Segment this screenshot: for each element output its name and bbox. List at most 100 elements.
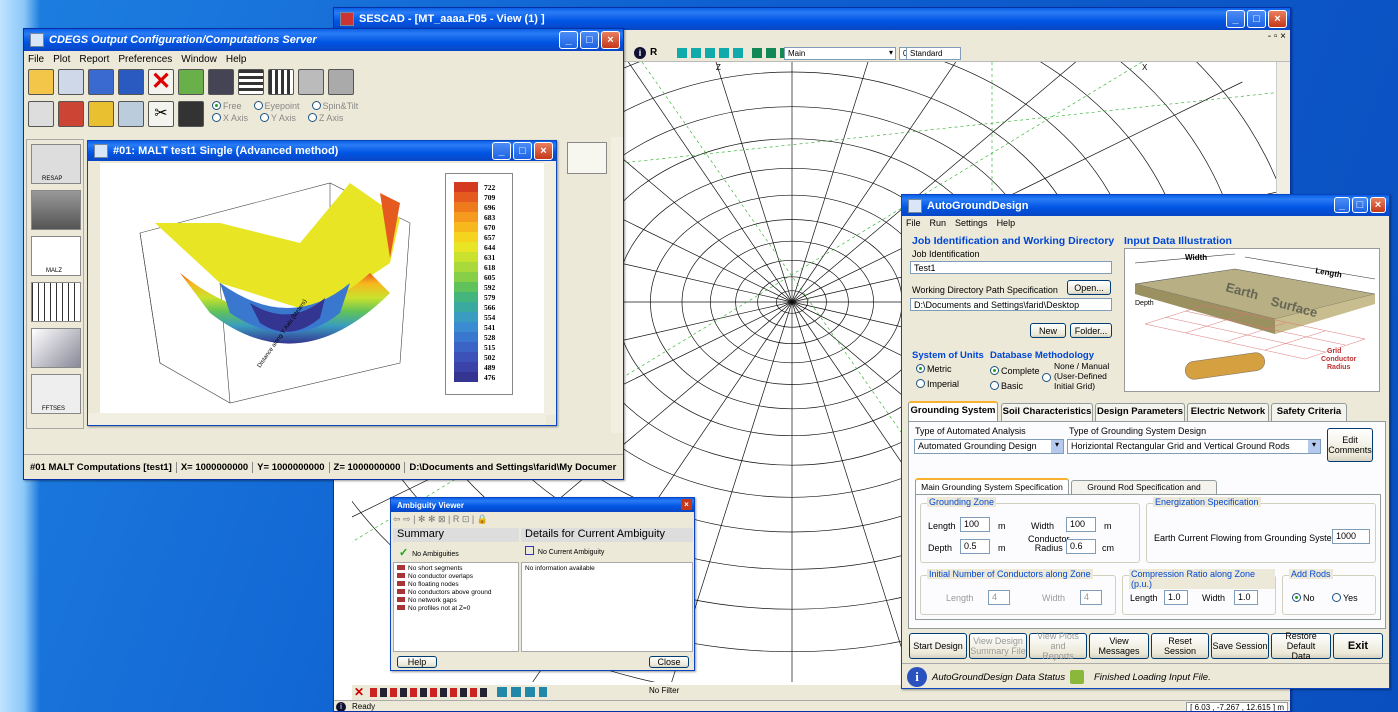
- radius-input[interactable]: 0.6: [1066, 539, 1096, 554]
- tab-safety-criteria[interactable]: Safety Criteria: [1271, 403, 1347, 421]
- cdegs-menu-preferences[interactable]: Preferences: [118, 54, 172, 65]
- refresh-icon[interactable]: [208, 69, 234, 95]
- view-select[interactable]: Main ▾: [784, 47, 896, 60]
- agd-menu-file[interactable]: File: [906, 218, 921, 228]
- lock-icon[interactable]: [28, 101, 54, 127]
- job-id-input[interactable]: Test1: [910, 261, 1112, 274]
- view-buttons-icon[interactable]: [677, 48, 747, 58]
- cdegs-menu-file[interactable]: File: [28, 54, 44, 65]
- plot-vertical-scrollbar[interactable]: [544, 161, 556, 415]
- view-option-free[interactable]: Free: [212, 101, 242, 111]
- init-width-input[interactable]: 4: [1080, 590, 1102, 605]
- view-option-z-axis[interactable]: Z Axis: [307, 113, 343, 123]
- view-option-x-axis[interactable]: X Axis: [212, 113, 248, 123]
- right-side-icon[interactable]: [567, 142, 607, 174]
- side-tool-soil[interactable]: [31, 190, 81, 230]
- side-tool-malz[interactable]: MALZ: [31, 236, 81, 276]
- close-button[interactable]: ×: [534, 142, 553, 160]
- info-icon[interactable]: i: [634, 47, 646, 59]
- length-input[interactable]: 100: [960, 517, 990, 532]
- cdegs-menu-help[interactable]: Help: [226, 54, 247, 65]
- open-folder-icon[interactable]: [28, 69, 54, 95]
- width-input[interactable]: 100: [1066, 517, 1096, 532]
- unit-metric[interactable]: Metric: [916, 364, 952, 374]
- maximize-button[interactable]: □: [580, 31, 599, 49]
- subtab-main-spec[interactable]: Main Grounding System Specification: [915, 478, 1069, 494]
- agd-menu-settings[interactable]: Settings: [955, 218, 988, 228]
- db-basic[interactable]: Basic: [990, 381, 1023, 391]
- configure-icon[interactable]: [58, 69, 84, 95]
- zoom-icon[interactable]: [118, 101, 144, 127]
- camera-icon[interactable]: [178, 101, 204, 127]
- tab-grounding-system[interactable]: Grounding System: [908, 401, 998, 421]
- close-icon[interactable]: ×: [681, 499, 692, 510]
- rx-icon[interactable]: R: [650, 47, 657, 58]
- design-select[interactable]: Horiziontal Rectangular Grid and Vertica…: [1067, 439, 1321, 454]
- side-tool-fftses[interactable]: FFTSES: [31, 374, 81, 414]
- subtab-ground-rod[interactable]: Ground Rod Specification and Options: [1071, 480, 1217, 504]
- hand-icon[interactable]: [58, 101, 84, 127]
- close-button[interactable]: ×: [1370, 197, 1386, 213]
- cdegs-menu-window[interactable]: Window: [181, 54, 217, 65]
- plot-titlebar[interactable]: #01: MALT test1 Single (Advanced method)…: [88, 141, 556, 161]
- view-option-spin-tilt[interactable]: Spin&Tilt: [311, 101, 358, 111]
- reset-session-button[interactable]: Reset Session: [1151, 633, 1209, 659]
- grid-icons-strip[interactable]: [497, 687, 547, 697]
- view-messages-button[interactable]: View Messages: [1089, 633, 1149, 659]
- edit-comments-button[interactable]: Edit Comments: [1327, 428, 1373, 462]
- path-input[interactable]: D:\Documents and Settings\farid\Desktop: [910, 298, 1112, 311]
- style-select[interactable]: Standard: [906, 47, 961, 60]
- save-session-button[interactable]: Save Session: [1211, 633, 1269, 659]
- delete-icon[interactable]: ✕: [354, 685, 364, 699]
- side-tool-grid[interactable]: [31, 282, 81, 322]
- db-manual-option[interactable]: None / Manual (User-Defined Initial Grid): [1042, 361, 1109, 391]
- depth-input[interactable]: 0.5: [960, 539, 990, 554]
- tab-electric-network[interactable]: Electric Network: [1187, 403, 1269, 421]
- maximize-button[interactable]: □: [1247, 10, 1266, 28]
- cdegs-menu-plot[interactable]: Plot: [53, 54, 70, 65]
- energization-input[interactable]: 1000: [1332, 529, 1370, 544]
- comp-width-input[interactable]: 1.0: [1234, 590, 1258, 605]
- tool-icons-strip[interactable]: [370, 688, 490, 697]
- close-button[interactable]: ×: [1268, 10, 1287, 28]
- agd-titlebar[interactable]: AutoGroundDesign _ □ ×: [902, 195, 1389, 216]
- tab-design-parameters[interactable]: Design Parameters: [1095, 403, 1185, 421]
- delete-icon[interactable]: ✕: [148, 69, 174, 95]
- view-option-eyepoint[interactable]: Eyepoint: [253, 101, 300, 111]
- cdegs-right-scroll[interactable]: [611, 137, 623, 433]
- restore-default-button[interactable]: Restore Default Data: [1271, 631, 1331, 661]
- side-tool-field[interactable]: [31, 328, 81, 368]
- table-icon[interactable]: [268, 69, 294, 95]
- view-option-y-axis[interactable]: Y Axis: [260, 113, 296, 123]
- print-preview-icon[interactable]: [328, 69, 354, 95]
- compute-icon[interactable]: [178, 69, 204, 95]
- close-button[interactable]: ×: [601, 31, 620, 49]
- help-button[interactable]: Help: [397, 656, 437, 668]
- new-button[interactable]: New: [1030, 323, 1066, 338]
- analysis-select[interactable]: Automated Grounding Design ▾: [914, 439, 1064, 454]
- ambiguity-titlebar[interactable]: Ambiguity Viewer ×: [391, 498, 694, 512]
- minimize-button[interactable]: _: [1334, 197, 1350, 213]
- rods-yes[interactable]: Yes: [1332, 593, 1358, 603]
- side-tool-resap[interactable]: RESAP: [31, 144, 81, 184]
- open-button[interactable]: Open...: [1067, 280, 1111, 295]
- list-icon[interactable]: [238, 69, 264, 95]
- init-length-input[interactable]: 4: [988, 590, 1010, 605]
- folder-button[interactable]: Folder...: [1070, 323, 1112, 338]
- maximize-button[interactable]: □: [1352, 197, 1368, 213]
- minimize-button[interactable]: _: [1226, 10, 1245, 28]
- maximize-button[interactable]: □: [513, 142, 532, 160]
- minimize-button[interactable]: _: [492, 142, 511, 160]
- rods-no[interactable]: No: [1292, 593, 1315, 603]
- sescad-titlebar[interactable]: SESCAD - [MT_aaaa.F05 - View (1) ] _ □ ×: [334, 8, 1290, 30]
- unit-imperial[interactable]: Imperial: [916, 379, 959, 389]
- mdi-window-controls[interactable]: - ▫ ×: [1268, 31, 1286, 42]
- save-icon[interactable]: [88, 69, 114, 95]
- agd-menu-help[interactable]: Help: [997, 218, 1016, 228]
- comp-length-input[interactable]: 1.0: [1164, 590, 1188, 605]
- plot-horizontal-scrollbar[interactable]: [88, 413, 546, 425]
- move-icon[interactable]: [88, 101, 114, 127]
- start-design-button[interactable]: Start Design: [909, 633, 967, 659]
- plot-icon[interactable]: [118, 69, 144, 95]
- exit-button[interactable]: Exit: [1333, 633, 1383, 659]
